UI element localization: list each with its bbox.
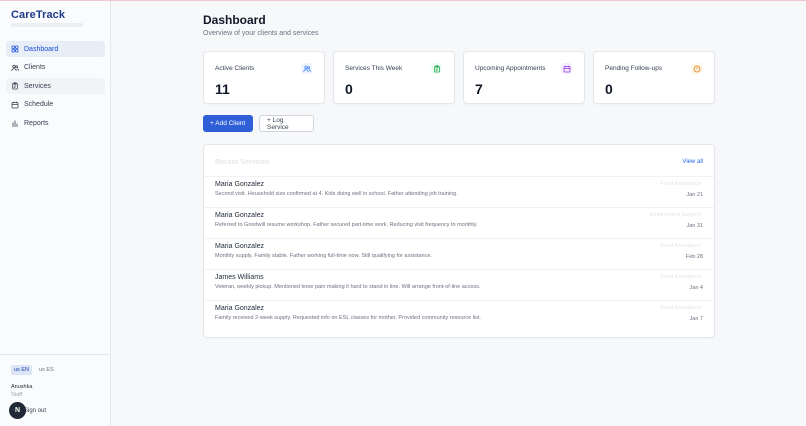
- brand-logo[interactable]: CareTrack: [11, 9, 65, 21]
- service-date: Feb 28: [685, 254, 703, 260]
- clipboard-icon: [431, 63, 442, 74]
- stat-card-active-clients: Active Clients 11: [203, 51, 325, 104]
- service-note: Second visit. Household size confirmed a…: [215, 191, 458, 197]
- list-item[interactable]: Maria Gonzalez Monthly supply. Family st…: [204, 238, 714, 269]
- service-type: Food Assistance: [660, 274, 701, 280]
- stat-card-upcoming-appointments: Upcoming Appointments 7: [463, 51, 585, 104]
- list-item[interactable]: Maria Gonzalez Second visit. Household s…: [204, 176, 714, 207]
- service-note: Family received 2-week supply. Requested…: [215, 315, 481, 321]
- user-name: Anushka: [11, 384, 33, 390]
- list-item[interactable]: Maria Gonzalez Family received 2-week su…: [204, 300, 714, 331]
- stat-value: 7: [475, 81, 483, 97]
- stat-card-pending-followups: Pending Follow-ups 0: [593, 51, 715, 104]
- signout-button[interactable]: N Sign out: [9, 402, 46, 419]
- sidebar-item-clients[interactable]: Clients: [6, 60, 105, 76]
- service-date: Jan 7: [689, 316, 703, 322]
- sidebar-item-reports[interactable]: Reports: [6, 115, 105, 131]
- service-type: Food Assistance: [660, 181, 701, 187]
- sidebar-item-label: Reports: [24, 119, 49, 127]
- dashboard-icon: [11, 45, 19, 53]
- client-name: Maria Gonzalez: [215, 181, 265, 188]
- stat-label: Services This Week: [345, 65, 403, 72]
- avatar[interactable]: N: [9, 402, 26, 419]
- panel-header: Recent Services View all: [204, 145, 714, 176]
- stat-label: Pending Follow-ups: [605, 65, 663, 72]
- language-switcher: us EN us ES: [11, 365, 57, 375]
- service-note: Referred to Goodwill resume workshop. Fa…: [215, 222, 478, 228]
- brand-tagline: [11, 23, 83, 27]
- service-type: Food Assistance: [660, 243, 701, 249]
- page-subtitle: Overview of your clients and services: [203, 30, 319, 37]
- service-note: Veteran, weekly pickup. Mentioned knee p…: [215, 284, 481, 290]
- sidebar-item-schedule[interactable]: Schedule: [6, 97, 105, 113]
- stat-value: 0: [345, 81, 353, 97]
- calendar-icon: [11, 101, 19, 109]
- service-note: Monthly supply. Family stable. Father wo…: [215, 253, 432, 259]
- sidebar-item-label: Dashboard: [24, 45, 59, 53]
- stat-value: 11: [215, 81, 230, 97]
- stat-label: Active Clients: [215, 65, 255, 72]
- service-date: Jan 21: [686, 192, 703, 198]
- language-en-button[interactable]: us EN: [11, 365, 32, 375]
- stat-card-services-week: Services This Week 0: [333, 51, 455, 104]
- sidebar-footer: us EN us ES Anushka Staff N Sign out: [0, 354, 111, 419]
- log-service-button[interactable]: + Log Service: [259, 115, 314, 132]
- page-title: Dashboard: [203, 13, 266, 27]
- stat-value: 0: [605, 81, 613, 97]
- quick-actions: + Add Client + Log Service: [203, 115, 314, 132]
- service-date: Jan 4: [689, 285, 703, 291]
- sidebar-nav: Dashboard Clients Services Schedule Repo…: [6, 41, 105, 134]
- client-name: James Williams: [215, 274, 264, 281]
- client-name: Maria Gonzalez: [215, 243, 265, 250]
- sidebar: CareTrack Dashboard Clients Services Sch…: [0, 1, 111, 426]
- client-name: Maria Gonzalez: [215, 212, 265, 219]
- service-type: Food Assistance: [660, 305, 701, 311]
- users-icon: [301, 63, 312, 74]
- sidebar-item-label: Services: [24, 82, 51, 90]
- signout-label: Sign out: [24, 407, 47, 414]
- list-item[interactable]: James Williams Veteran, weekly pickup. M…: [204, 269, 714, 300]
- sidebar-item-dashboard[interactable]: Dashboard: [6, 41, 105, 57]
- service-type: Employment Support: [649, 212, 701, 218]
- stat-label: Upcoming Appointments: [475, 65, 546, 72]
- users-icon: [11, 64, 19, 72]
- list-item[interactable]: Maria Gonzalez Referred to Goodwill resu…: [204, 207, 714, 238]
- recent-services-panel: Recent Services View all Maria Gonzalez …: [203, 144, 715, 338]
- sidebar-item-services[interactable]: Services: [6, 78, 105, 94]
- client-name: Maria Gonzalez: [215, 305, 265, 312]
- calendar-icon: [561, 63, 572, 74]
- add-client-button[interactable]: + Add Client: [203, 115, 253, 132]
- view-all-link[interactable]: View all: [682, 159, 703, 165]
- main-content: Dashboard Overview of your clients and s…: [111, 1, 806, 426]
- alert-circle-icon: [691, 63, 702, 74]
- sidebar-item-label: Clients: [24, 64, 46, 71]
- user-role: Staff: [11, 392, 23, 398]
- service-date: Jan 31: [686, 223, 703, 229]
- bar-chart-icon: [11, 119, 19, 127]
- panel-title: Recent Services: [215, 159, 270, 166]
- sidebar-item-label: Schedule: [24, 101, 54, 108]
- language-es-button[interactable]: us ES: [36, 365, 57, 375]
- stat-cards: Active Clients 11 Services This Week 0 U…: [203, 51, 715, 104]
- clipboard-icon: [11, 82, 19, 90]
